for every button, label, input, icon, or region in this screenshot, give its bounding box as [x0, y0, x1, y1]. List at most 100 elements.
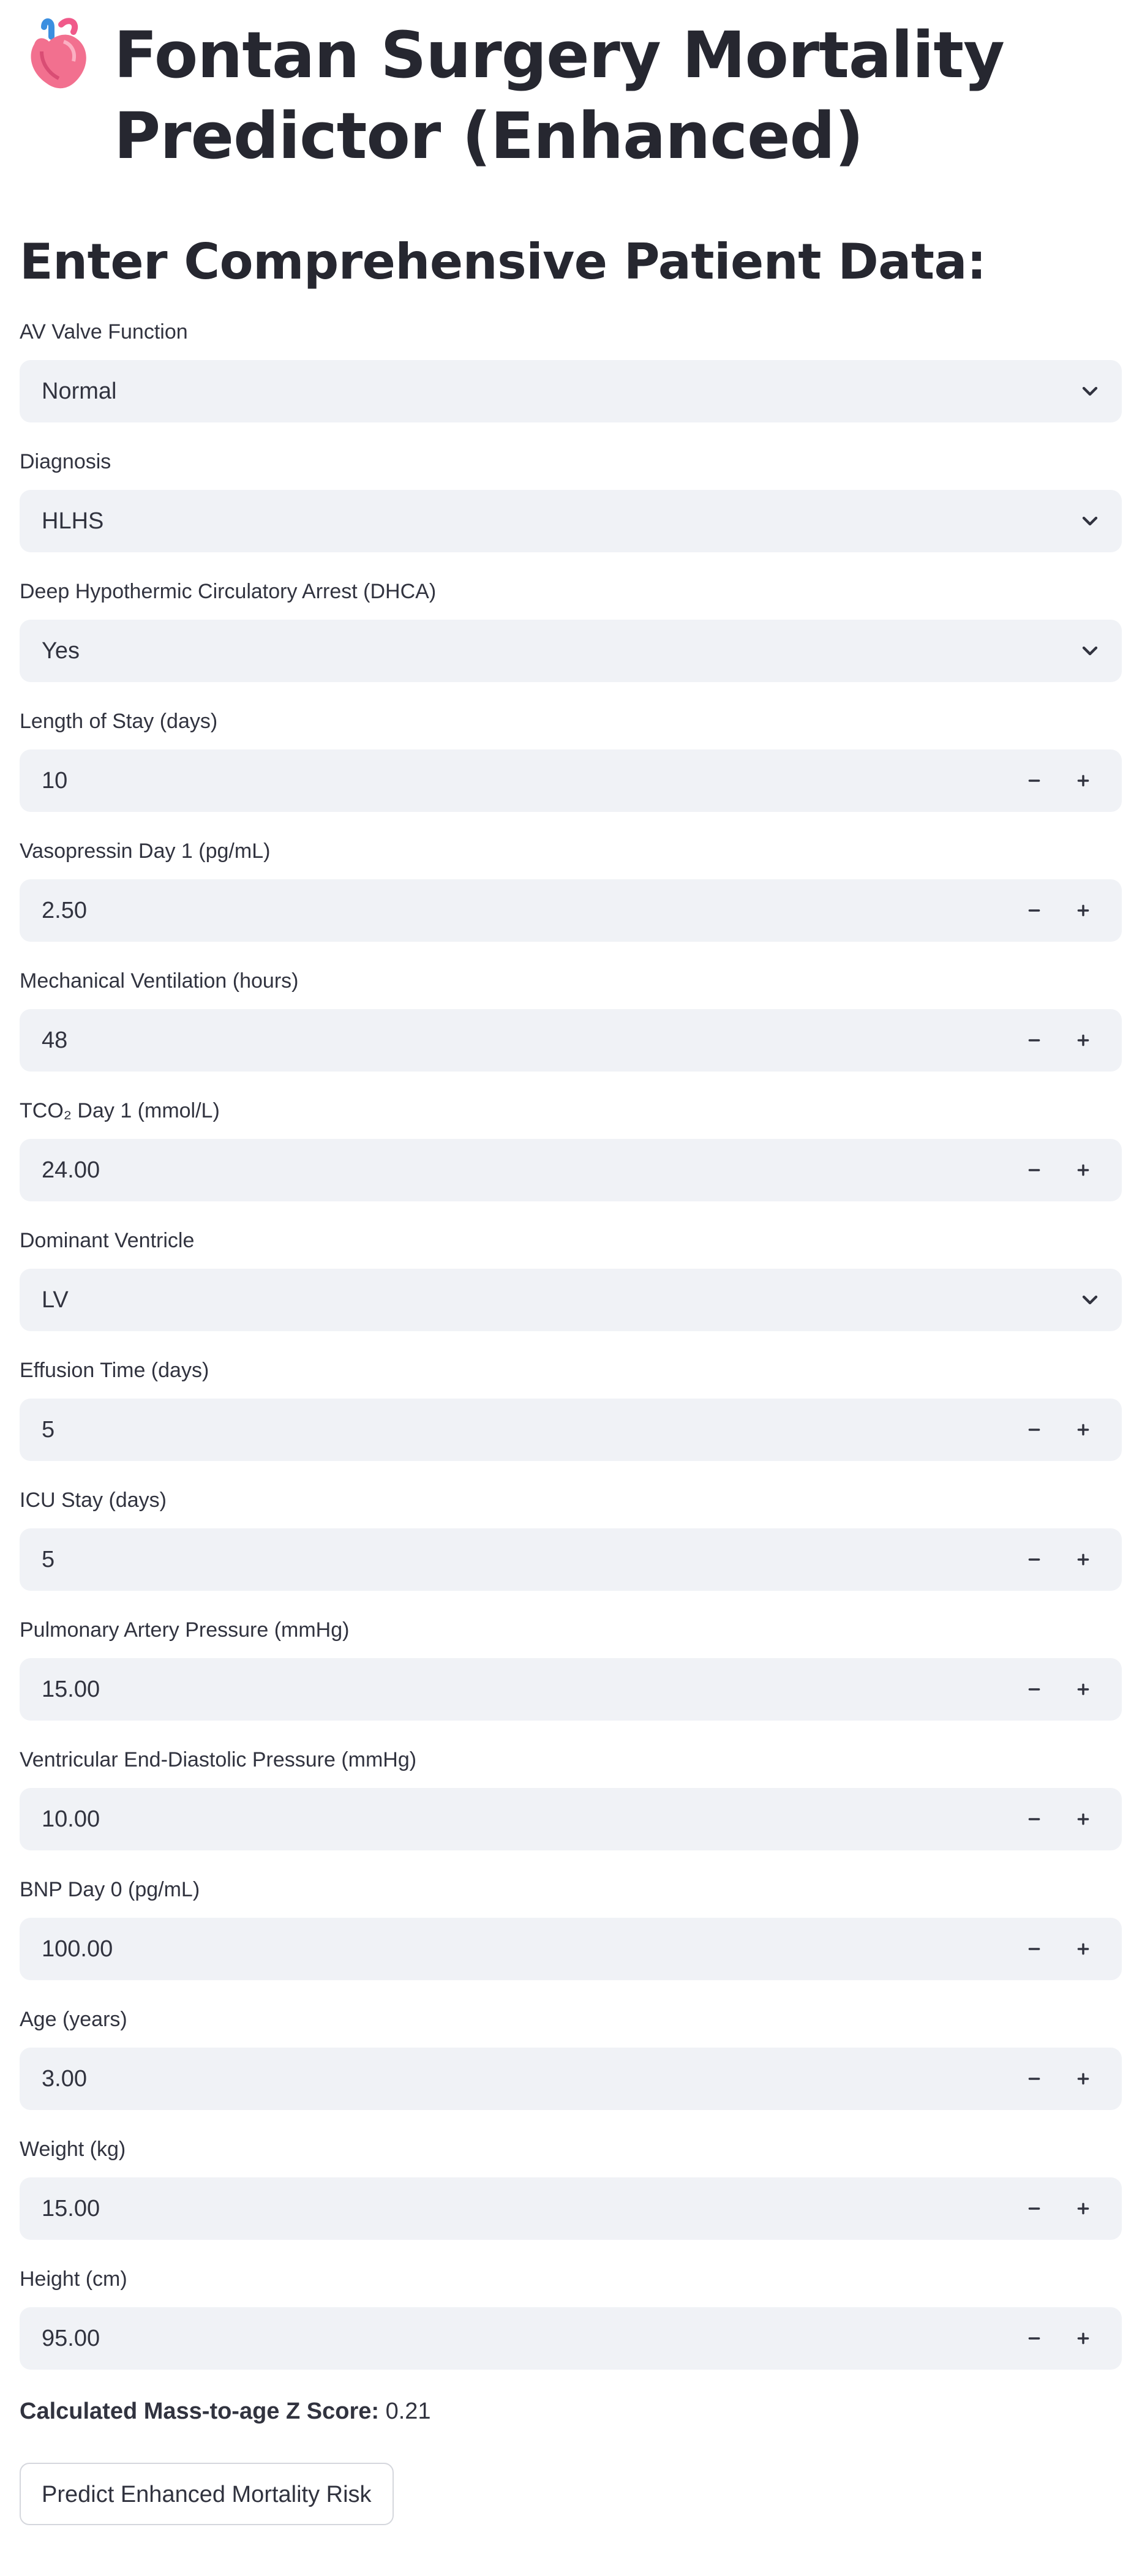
number-input[interactable]: 95.00 [20, 2307, 1122, 2370]
decrement-button[interactable] [1015, 2190, 1053, 2228]
field-label: Diagnosis [20, 450, 111, 473]
form-field: Deep Hypothermic Circulatory Arrest (DHC… [20, 577, 1122, 682]
increment-button[interactable] [1064, 2060, 1102, 2098]
form-field: Vasopressin Day 1 (pg/mL) 2.50 [20, 836, 1122, 942]
field-label: Length of Stay (days) [20, 710, 218, 733]
form-field: Effusion Time (days) 5 [20, 1356, 1122, 1461]
number-input[interactable]: 15.00 [20, 1658, 1122, 1721]
form-field: Ventricular End-Diastolic Pressure (mmHg… [20, 1745, 1122, 1850]
section-heading: Enter Comprehensive Patient Data: [20, 233, 986, 290]
increment-button[interactable] [1064, 1411, 1102, 1449]
form-field: ICU Stay (days) 5 [20, 1485, 1122, 1591]
z-score-value: 0.21 [385, 2398, 431, 2424]
decrement-button[interactable] [1015, 1541, 1053, 1579]
input-value[interactable]: 10.00 [42, 1806, 1004, 1833]
chevron-down-icon[interactable] [1078, 639, 1102, 663]
selected-value[interactable]: Normal [42, 378, 1078, 405]
form-field: Length of Stay (days) 10 [20, 707, 1122, 812]
selected-value[interactable]: LV [42, 1287, 1078, 1313]
minus-icon [1028, 1039, 1040, 1042]
increment-button[interactable] [1064, 762, 1102, 800]
input-value[interactable]: 3.00 [42, 2066, 1004, 2092]
decrement-button[interactable] [1015, 1021, 1053, 1059]
decrement-button[interactable] [1015, 762, 1053, 800]
input-value[interactable]: 2.50 [42, 898, 1004, 924]
input-value[interactable]: 5 [42, 1547, 1004, 1573]
decrement-button[interactable] [1015, 892, 1053, 929]
form-field: TCO₂ Day 1 (mmol/L) 24.00 [20, 1096, 1122, 1201]
input-value[interactable]: 24.00 [42, 1157, 1004, 1184]
decrement-button[interactable] [1015, 2319, 1053, 2357]
number-input[interactable]: 15.00 [20, 2177, 1122, 2240]
plus-icon [1077, 2073, 1089, 2085]
plus-icon [1077, 904, 1089, 917]
number-input[interactable]: 10.00 [20, 1788, 1122, 1850]
form-field: Dominant Ventricle LV [20, 1226, 1122, 1331]
input-value[interactable]: 48 [42, 1027, 1004, 1054]
increment-button[interactable] [1064, 2190, 1102, 2228]
select-dropdown[interactable]: HLHS [20, 490, 1122, 552]
increment-button[interactable] [1064, 1541, 1102, 1579]
field-label: Dominant Ventricle [20, 1229, 195, 1252]
decrement-button[interactable] [1015, 1800, 1053, 1838]
field-label: Weight (kg) [20, 2138, 126, 2161]
form-field: Weight (kg) 15.00 [20, 2135, 1122, 2240]
number-input[interactable]: 48 [20, 1009, 1122, 1072]
number-input[interactable]: 2.50 [20, 879, 1122, 942]
decrement-button[interactable] [1015, 1151, 1053, 1189]
decrement-button[interactable] [1015, 2060, 1053, 2098]
number-input[interactable]: 5 [20, 1528, 1122, 1591]
chevron-down-icon[interactable] [1078, 509, 1102, 533]
plus-icon [1077, 1943, 1089, 1955]
increment-button[interactable] [1064, 892, 1102, 929]
increment-button[interactable] [1064, 1021, 1102, 1059]
chevron-down-icon[interactable] [1078, 379, 1102, 404]
page-title-text: Fontan Surgery Mortality Predictor (Enha… [114, 18, 1005, 173]
field-label: Pulmonary Artery Pressure (mmHg) [20, 1618, 350, 1642]
selected-value[interactable]: Yes [42, 638, 1078, 664]
form-field: Diagnosis HLHS [20, 447, 1122, 552]
select-dropdown[interactable]: Yes [20, 620, 1122, 682]
input-value[interactable]: 100.00 [42, 1936, 1004, 1962]
anatomical-heart-icon [31, 18, 86, 89]
input-value[interactable]: 95.00 [42, 2326, 1004, 2352]
input-value[interactable]: 10 [42, 768, 1004, 794]
decrement-button[interactable] [1015, 1411, 1053, 1449]
number-input[interactable]: 100.00 [20, 1918, 1122, 1980]
field-label: Deep Hypothermic Circulatory Arrest (DHC… [20, 580, 437, 603]
plus-icon [1077, 1164, 1089, 1176]
number-input[interactable]: 5 [20, 1399, 1122, 1461]
number-input[interactable]: 10 [20, 749, 1122, 812]
increment-button[interactable] [1064, 1800, 1102, 1838]
plus-icon [1077, 2332, 1089, 2345]
plus-icon [1077, 1683, 1089, 1695]
select-dropdown[interactable]: Normal [20, 360, 1122, 422]
increment-button[interactable] [1064, 2319, 1102, 2357]
increment-button[interactable] [1064, 1670, 1102, 1708]
decrement-button[interactable] [1015, 1930, 1053, 1968]
field-label: Height (cm) [20, 2267, 127, 2291]
minus-icon [1028, 1429, 1040, 1431]
field-label: Ventricular End-Diastolic Pressure (mmHg… [20, 1748, 417, 1771]
input-value[interactable]: 5 [42, 1417, 1004, 1443]
minus-icon [1028, 2207, 1040, 2210]
field-label: Mechanical Ventilation (hours) [20, 969, 299, 993]
chevron-down-icon[interactable] [1078, 1288, 1102, 1312]
number-input[interactable]: 24.00 [20, 1139, 1122, 1201]
field-label: AV Valve Function [20, 320, 188, 344]
input-value[interactable]: 15.00 [42, 2196, 1004, 2222]
decrement-button[interactable] [1015, 1670, 1053, 1708]
form-field: Mechanical Ventilation (hours) 48 [20, 966, 1122, 1072]
form-field: Height (cm) 95.00 [20, 2264, 1122, 2370]
increment-button[interactable] [1064, 1151, 1102, 1189]
minus-icon [1028, 1558, 1040, 1561]
select-dropdown[interactable]: LV [20, 1269, 1122, 1331]
input-value[interactable]: 15.00 [42, 1677, 1004, 1703]
minus-icon [1028, 1948, 1040, 1950]
increment-button[interactable] [1064, 1930, 1102, 1968]
plus-icon [1077, 1553, 1089, 1566]
field-label: TCO₂ Day 1 (mmol/L) [20, 1099, 220, 1122]
number-input[interactable]: 3.00 [20, 2048, 1122, 2110]
predict-button[interactable]: Predict Enhanced Mortality Risk [20, 2463, 394, 2525]
selected-value[interactable]: HLHS [42, 508, 1078, 535]
